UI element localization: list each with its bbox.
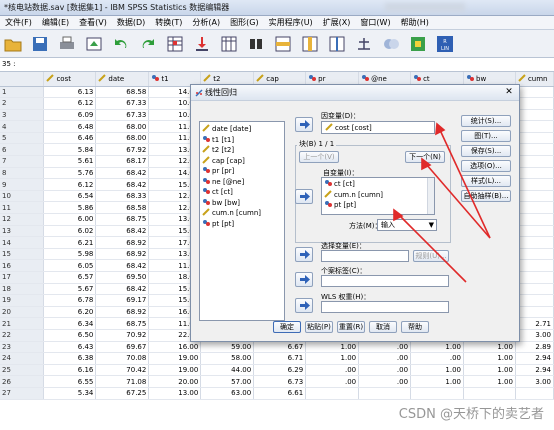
annotation-arrow: [439, 129, 491, 239]
annotation-arrow: [425, 163, 491, 239]
annotation-arrows: [393, 122, 491, 283]
watermark: CSDN @天桥下的卖艺者: [398, 407, 544, 422]
annotation-arrowhead: [393, 208, 404, 222]
annotation-arrow: [397, 213, 467, 283]
annotation-arrowhead: [435, 122, 446, 136]
